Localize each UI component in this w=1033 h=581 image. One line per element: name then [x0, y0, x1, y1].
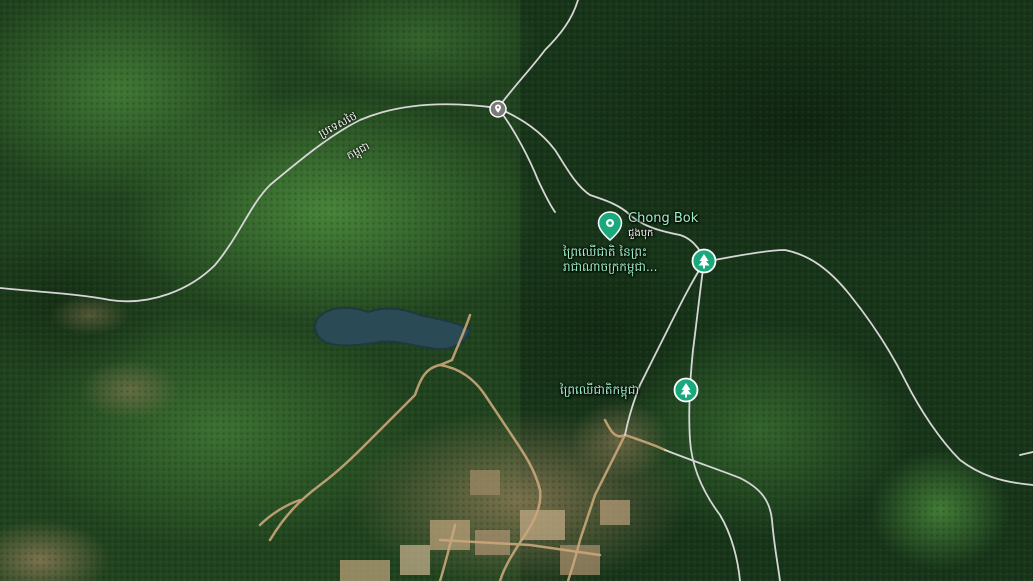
location-pin-icon	[489, 100, 507, 118]
satellite-map[interactable]: ប្រទេសថៃ កម្ពុជា Chong Bok ជួងបុក ព្រៃឈើ…	[0, 0, 1033, 581]
forest-label-2[interactable]: ព្រៃឈើជាតិកម្ពុជា	[560, 383, 639, 397]
forest-label-1-line1[interactable]: ព្រៃឈើជាតិ នៃព្រះ	[563, 245, 647, 259]
map-imagery	[0, 0, 1033, 581]
national-forest-marker-2[interactable]	[673, 377, 699, 403]
tree-pin-icon	[673, 377, 699, 403]
national-forest-marker-1[interactable]	[691, 248, 717, 274]
chong-bok-marker[interactable]	[597, 211, 623, 241]
forest-label-1-line2: រាជាណាចក្រកម្ពុជា...	[563, 260, 658, 274]
landmark-pin-icon	[597, 211, 623, 241]
tree-pin-icon	[691, 248, 717, 274]
border-crossing-marker[interactable]	[489, 100, 507, 118]
chong-bok-sublabel: ជួងបុក	[628, 228, 654, 239]
chong-bok-label[interactable]: Chong Bok	[628, 212, 698, 226]
